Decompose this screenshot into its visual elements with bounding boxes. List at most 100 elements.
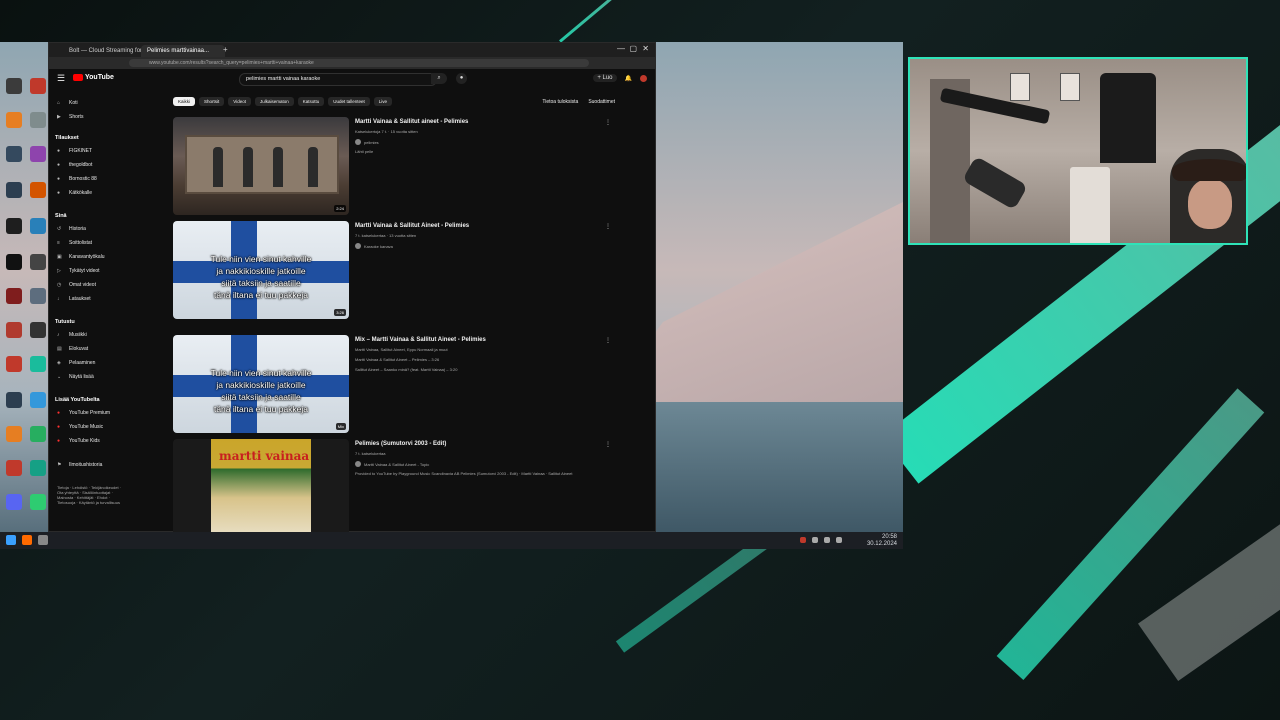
notifications-icon[interactable]: 🔔	[625, 75, 632, 82]
sidebar-item-music-app[interactable]: ● YouTube Music	[57, 423, 103, 431]
you-heading[interactable]: Sinä	[55, 213, 67, 219]
desktop-shortcut-icon[interactable]	[30, 112, 46, 128]
video-result[interactable]: Tule niin vien sinut kahville ja nakkiki…	[173, 221, 643, 321]
desktop-shortcut-icon[interactable]	[6, 426, 22, 442]
clock[interactable]: 20:58 30.12.2024	[867, 534, 897, 548]
chip-videos[interactable]: Videot	[228, 97, 251, 106]
wifi-icon[interactable]	[824, 537, 830, 543]
desktop-shortcut-icon[interactable]	[30, 494, 46, 510]
desktop-shortcut-icon[interactable]	[6, 254, 22, 270]
youtube-logo[interactable]: YouTube	[73, 74, 114, 81]
channel-row[interactable]: Karaoke kanava	[355, 243, 393, 249]
chip-all[interactable]: Kaikki	[173, 97, 196, 106]
sidebar-item-report-history[interactable]: ⚑ Ilmoitushistoria	[57, 461, 102, 469]
video-thumbnail[interactable]: Tule niin vien sinut kahville ja nakkiki…	[173, 221, 349, 319]
cam-hanging-shirt	[1100, 73, 1156, 163]
sidebar-item-gaming[interactable]: ◈ Pelaaminen	[57, 359, 95, 367]
chip-unwatched[interactable]: Julkaisematon	[254, 97, 294, 106]
minimize-button[interactable]: —	[617, 44, 625, 53]
video-title[interactable]: Pelimies (Sumutorvi 2003 - Edit)	[355, 441, 446, 447]
desktop-shortcut-icon[interactable]	[30, 288, 46, 304]
desktop-shortcut-icon[interactable]	[6, 322, 22, 338]
create-button[interactable]: + Luo	[593, 74, 617, 82]
microphone-icon[interactable]: ●	[456, 73, 467, 84]
results-info-link[interactable]: Tietoa tuloksista	[542, 99, 578, 105]
sidebar-item-liked[interactable]: ▷ Tykätyt videot	[57, 267, 100, 275]
filters-button[interactable]: Suodattimet	[588, 99, 615, 105]
sidebar-item-kids[interactable]: ● YouTube Kids	[57, 437, 100, 445]
chip-live[interactable]: Live	[373, 97, 393, 106]
sidebar-item-history[interactable]: ↺ Historia	[57, 225, 86, 233]
maximize-button[interactable]: ▢	[629, 44, 637, 53]
start-icon[interactable]	[6, 535, 16, 545]
sidebar-item-subscription[interactable]: ● FIGKINET	[57, 147, 92, 155]
sidebar-item-movies[interactable]: ▤ Elokuvat	[57, 345, 88, 353]
chip-shorts[interactable]: Shortsit	[199, 97, 225, 106]
video-thumbnail[interactable]: 2:24	[173, 117, 349, 215]
sidebar-item-subscription[interactable]: ● thegoldbot	[57, 161, 92, 169]
subscriptions-heading[interactable]: Tilaukset	[55, 135, 79, 141]
sidebar-item-downloads[interactable]: ↓ Lataukset	[57, 295, 91, 303]
sidebar-item-shorts[interactable]: ▶ Shorts	[57, 113, 83, 121]
sidebar-item-premium[interactable]: ● YouTube Premium	[57, 409, 110, 417]
search-icon[interactable]: ⌕	[431, 73, 447, 84]
sidebar-item-playlists[interactable]: ≡ Soittolistat	[57, 239, 92, 247]
more-options-icon[interactable]: ⋮	[605, 223, 611, 230]
desktop-shortcut-icon[interactable]	[30, 460, 46, 476]
sidebar-item-show-more[interactable]: ⌄ Näytä lisää	[57, 373, 94, 381]
desktop-shortcut-icon[interactable]	[6, 146, 22, 162]
desktop-shortcut-icon[interactable]	[30, 254, 46, 270]
more-options-icon[interactable]: ⋮	[605, 337, 611, 344]
avatar[interactable]	[640, 74, 647, 82]
chip-watched[interactable]: Katsottu	[297, 97, 325, 106]
hamburger-menu-icon[interactable]: ☰	[57, 73, 65, 84]
more-options-icon[interactable]: ⋮	[605, 119, 611, 126]
more-options-icon[interactable]: ⋮	[605, 441, 611, 448]
desktop-shortcut-icon[interactable]	[6, 392, 22, 408]
video-title[interactable]: Martti Vainaa & Sallitut Aineet - Pelimi…	[355, 223, 469, 229]
desktop-shortcut-icon[interactable]	[6, 356, 22, 372]
tray-icon[interactable]	[812, 537, 818, 543]
discord-icon[interactable]	[6, 494, 22, 510]
sidebar-item-subscription[interactable]: ● Kätkökalle	[57, 189, 92, 197]
video-result[interactable]: 2:24 Martti Vainaa & Sallitut aineet - P…	[173, 117, 643, 217]
desktop-shortcut-icon[interactable]	[30, 356, 46, 372]
video-title[interactable]: Martti Vainaa & Sallitut aineet - Pelimi…	[355, 119, 468, 125]
channel-row[interactable]: pelimies	[355, 139, 379, 145]
desktop-shortcut-icon[interactable]	[6, 112, 22, 128]
settings-icon[interactable]	[38, 535, 48, 545]
desktop-shortcut-icon[interactable]	[6, 218, 22, 234]
sidebar-item-your-videos[interactable]: ◷ Omat videot	[57, 281, 96, 289]
new-tab-button[interactable]: +	[223, 45, 228, 54]
desktop-shortcut-icon[interactable]	[6, 460, 22, 476]
desktop-shortcut-icon[interactable]	[30, 182, 46, 198]
desktop-shortcut-icon[interactable]	[30, 322, 46, 338]
browser-tab[interactable]: Bolt — Cloud Streaming for...	[63, 45, 147, 57]
browser-tab-active[interactable]: Pelimies marttivainaa...	[141, 45, 225, 57]
sidebar-item-home[interactable]: ⌂ Koti	[57, 99, 78, 107]
desktop-shortcut-icon[interactable]	[30, 426, 46, 442]
volume-icon[interactable]	[836, 537, 842, 543]
sidebar-item-subscription[interactable]: ● Bornostic 88	[57, 175, 97, 183]
video-thumbnail[interactable]: Tule niin vien sinut kahville ja nakkiki…	[173, 335, 349, 433]
desktop-shortcut-icon[interactable]	[30, 78, 46, 94]
channel-row[interactable]: Martti Vainaa & Sallitut Aineet - Topic	[355, 461, 429, 467]
close-window-button[interactable]: ✕	[642, 44, 649, 53]
video-thumbnail[interactable]: martti vainaa	[173, 439, 349, 537]
desktop-shortcut-icon[interactable]	[6, 78, 22, 94]
desktop-shortcut-icon[interactable]	[30, 392, 46, 408]
desktop-shortcut-icon[interactable]	[30, 146, 46, 162]
desktop-shortcut-icon[interactable]	[6, 288, 22, 304]
video-title[interactable]: Mix – Martti Vainaa & Sallitut Aineet - …	[355, 337, 486, 343]
chip-recently-uploaded[interactable]: Uudet tallenteet	[328, 97, 370, 106]
mix-result[interactable]: Tule niin vien sinut kahville ja nakkiki…	[173, 335, 643, 435]
desktop-shortcut-icon[interactable]	[30, 218, 46, 234]
tray-icon[interactable]	[800, 537, 806, 543]
sidebar-item-music[interactable]: ♪ Musiikki	[57, 331, 87, 339]
sidebar-item-channel[interactable]: ▣ Kanavantyökalu	[57, 253, 105, 261]
video-result[interactable]: martti vainaa Pelimies (Sumutorvi 2003 -…	[173, 439, 643, 539]
browser-taskbar-icon[interactable]	[22, 535, 32, 545]
desktop-shortcut-icon[interactable]	[6, 182, 22, 198]
search-input[interactable]: pelimies martti vainaa karaoke	[239, 73, 437, 86]
url-field[interactable]: www.youtube.com/results?search_query=pel…	[129, 59, 589, 67]
